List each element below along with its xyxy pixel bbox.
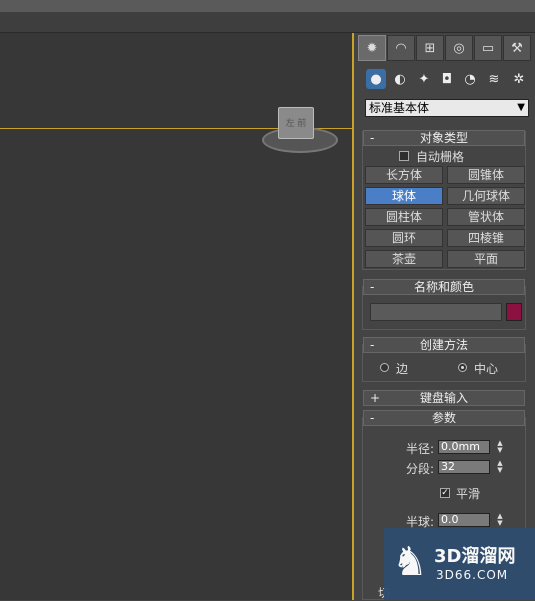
helpers-icon[interactable]: ◔ [460, 69, 480, 89]
watermark-title: 3D溜溜网 [434, 546, 516, 567]
title-bar [0, 0, 535, 12]
tab-modify[interactable]: ◠ [387, 35, 415, 61]
object-color-swatch[interactable] [506, 303, 522, 321]
parameters-rollout[interactable]: - 参数 [363, 410, 525, 426]
object-type-rollout[interactable]: - 对象类型 [363, 130, 525, 146]
toolbar-strip [0, 12, 535, 33]
box-button[interactable]: 长方体 [365, 166, 443, 184]
viewcube-label: 左 前 [285, 119, 307, 129]
spacewarps-icon[interactable]: ≋ [484, 69, 504, 89]
category-dropdown[interactable]: 标准基本体 ▼ [365, 99, 529, 117]
tab-hierarchy[interactable]: ⊞ [416, 35, 444, 61]
edge-radio[interactable] [380, 363, 389, 372]
object-name-field[interactable] [370, 303, 502, 321]
chevron-down-icon: ▼ [517, 102, 525, 113]
watermark: ♞ 3D溜溜网 3D66.COM [384, 528, 535, 600]
creation-method-title: 创建方法 [419, 338, 468, 352]
modify-icon: ◠ [395, 40, 407, 56]
tab-display[interactable]: ▭ [474, 35, 502, 61]
parameters-title: 参数 [431, 411, 456, 425]
tab-motion[interactable]: ◎ [445, 35, 473, 61]
keyboard-entry-rollout[interactable]: + 键盘输入 [363, 390, 525, 406]
viewport[interactable]: 左 前 [0, 33, 354, 600]
name-color-title: 名称和颜色 [413, 280, 474, 294]
motion-icon: ◎ [453, 40, 465, 56]
tab-utilities[interactable]: ⚒ [503, 35, 531, 61]
segments-input[interactable]: 32 [438, 460, 490, 474]
geometry-icon[interactable]: ● [366, 69, 386, 89]
command-panel: ✹ ◠ ⊞ ◎ ▭ ⚒ ● ◐ ✦ ◘ ◔ ≋ ✲ 标准基本体 ▼ - 对象类型… [354, 33, 535, 600]
object-type-title: 对象类型 [419, 131, 468, 145]
hierarchy-icon: ⊞ [424, 40, 436, 56]
tube-button[interactable]: 管状体 [447, 208, 525, 226]
viewcube-cube[interactable]: 左 前 [278, 107, 314, 139]
center-label: 中心 [474, 362, 499, 376]
lights-icon[interactable]: ✦ [414, 69, 434, 89]
center-radio[interactable] [458, 363, 467, 372]
cameras-icon[interactable]: ◘ [437, 69, 457, 89]
segments-spinner[interactable]: ▲ ▼ [495, 460, 505, 474]
tab-create[interactable]: ✹ [358, 35, 386, 61]
radius-input[interactable]: 0.0mm [438, 440, 490, 454]
teapot-button[interactable]: 茶壶 [365, 250, 443, 268]
category-dropdown-value: 标准基本体 [369, 101, 430, 115]
hammer-icon: ⚒ [511, 40, 523, 56]
create-icon: ✹ [366, 40, 378, 56]
plane-button[interactable]: 平面 [447, 250, 525, 268]
auto-grid-checkbox[interactable] [399, 151, 409, 161]
systems-icon[interactable]: ✲ [509, 69, 529, 89]
shapes-icon[interactable]: ◐ [390, 69, 410, 89]
segments-label: 分段: [406, 462, 435, 476]
radius-label: 半径: [406, 442, 435, 456]
creation-method-rollout[interactable]: - 创建方法 [363, 337, 525, 353]
smooth-label: 平滑 [456, 487, 481, 501]
edge-label: 边 [396, 362, 409, 376]
hemisphere-input[interactable]: 0.0 [438, 513, 490, 527]
name-color-rollout[interactable]: - 名称和颜色 [363, 279, 525, 295]
deer-logo-icon: ♞ [392, 539, 428, 585]
smooth-checkbox[interactable]: ✓ [440, 488, 450, 498]
cone-button[interactable]: 圆锥体 [447, 166, 525, 184]
hemisphere-spinner[interactable]: ▲ ▼ [495, 513, 505, 527]
geosphere-button[interactable]: 几何球体 [447, 187, 525, 205]
sphere-button[interactable]: 球体 [365, 187, 443, 205]
watermark-url: 3D66.COM [436, 568, 509, 582]
display-icon: ▭ [481, 40, 495, 56]
radius-spinner[interactable]: ▲ ▼ [495, 440, 505, 454]
cylinder-button[interactable]: 圆柱体 [365, 208, 443, 226]
viewcube[interactable]: 左 前 [262, 105, 338, 153]
pyramid-button[interactable]: 四棱锥 [447, 229, 525, 247]
auto-grid-label: 自动栅格 [416, 150, 465, 164]
keyboard-entry-title: 键盘输入 [419, 391, 468, 405]
torus-button[interactable]: 圆环 [365, 229, 443, 247]
